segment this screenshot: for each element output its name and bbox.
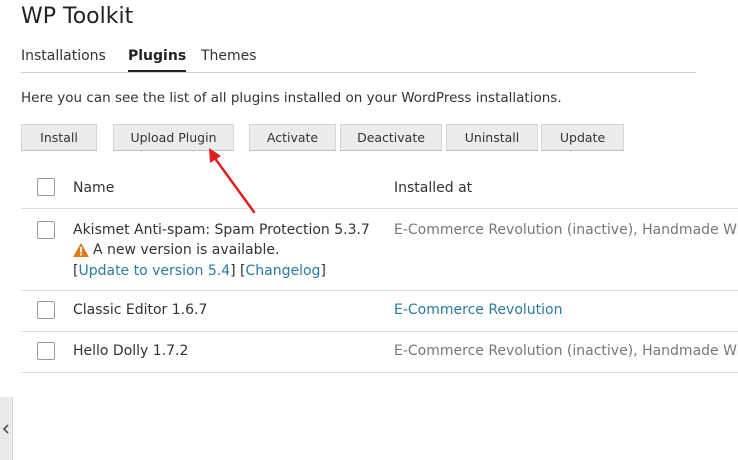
row-checkbox[interactable] <box>37 221 55 239</box>
column-header-name: Name <box>73 180 115 196</box>
intro-text: Here you can see the list of all plugins… <box>21 90 562 106</box>
installed-at[interactable]: E-Commerce Revolution (inactive), Handma… <box>394 343 738 359</box>
update-notice-text: A new version is available. <box>93 242 280 258</box>
uninstall-button[interactable]: Uninstall <box>446 124 538 151</box>
deactivate-button[interactable]: Deactivate <box>340 124 442 151</box>
plugin-name: Hello Dolly 1.7.2 <box>73 343 189 359</box>
tab-plugins[interactable]: Plugins <box>128 48 187 72</box>
table-row: Akismet Anti-spam: Spam Protection 5.3.7… <box>21 209 738 291</box>
installed-at[interactable]: E-Commerce Revolution (inactive), Handma… <box>394 222 738 238</box>
column-header-installed-at: Installed at <box>394 180 473 196</box>
plugin-name: Akismet Anti-spam: Spam Protection 5.3.7 <box>73 222 370 238</box>
install-button[interactable]: Install <box>21 124 97 151</box>
table-row: Hello Dolly 1.7.2 E-Commerce Revolution … <box>21 332 738 373</box>
update-notice: A new version is available. <box>73 242 279 258</box>
update-button[interactable]: Update <box>541 124 624 151</box>
tab-installations[interactable]: Installations <box>21 48 106 64</box>
tab-bar: Installations Plugins Themes <box>21 48 696 73</box>
upload-plugin-button[interactable]: Upload Plugin <box>113 124 234 151</box>
warning-triangle-icon <box>73 243 89 257</box>
tab-themes[interactable]: Themes <box>201 48 257 64</box>
page-title: WP Toolkit <box>21 4 134 29</box>
chevron-left-icon <box>2 423 9 434</box>
update-to-version-link[interactable]: Update to version 5.4 <box>78 263 230 279</box>
row-checkbox[interactable] <box>37 342 55 360</box>
sidebar-collapse-handle[interactable] <box>0 397 13 460</box>
plugin-name: Classic Editor 1.6.7 <box>73 302 208 318</box>
changelog-link[interactable]: Changelog <box>246 263 321 279</box>
bracket: ] <box>320 263 326 279</box>
update-links: [Update to version 5.4] [Changelog] <box>73 263 326 279</box>
table-row: Classic Editor 1.6.7 E-Commerce Revoluti… <box>21 291 738 332</box>
row-checkbox[interactable] <box>37 301 55 319</box>
table-header: Name Installed at <box>21 168 738 209</box>
activate-button[interactable]: Activate <box>249 124 336 151</box>
select-all-checkbox[interactable] <box>37 178 55 196</box>
bracket: ] [ <box>230 263 246 279</box>
installed-at-link[interactable]: E-Commerce Revolution <box>394 302 738 318</box>
